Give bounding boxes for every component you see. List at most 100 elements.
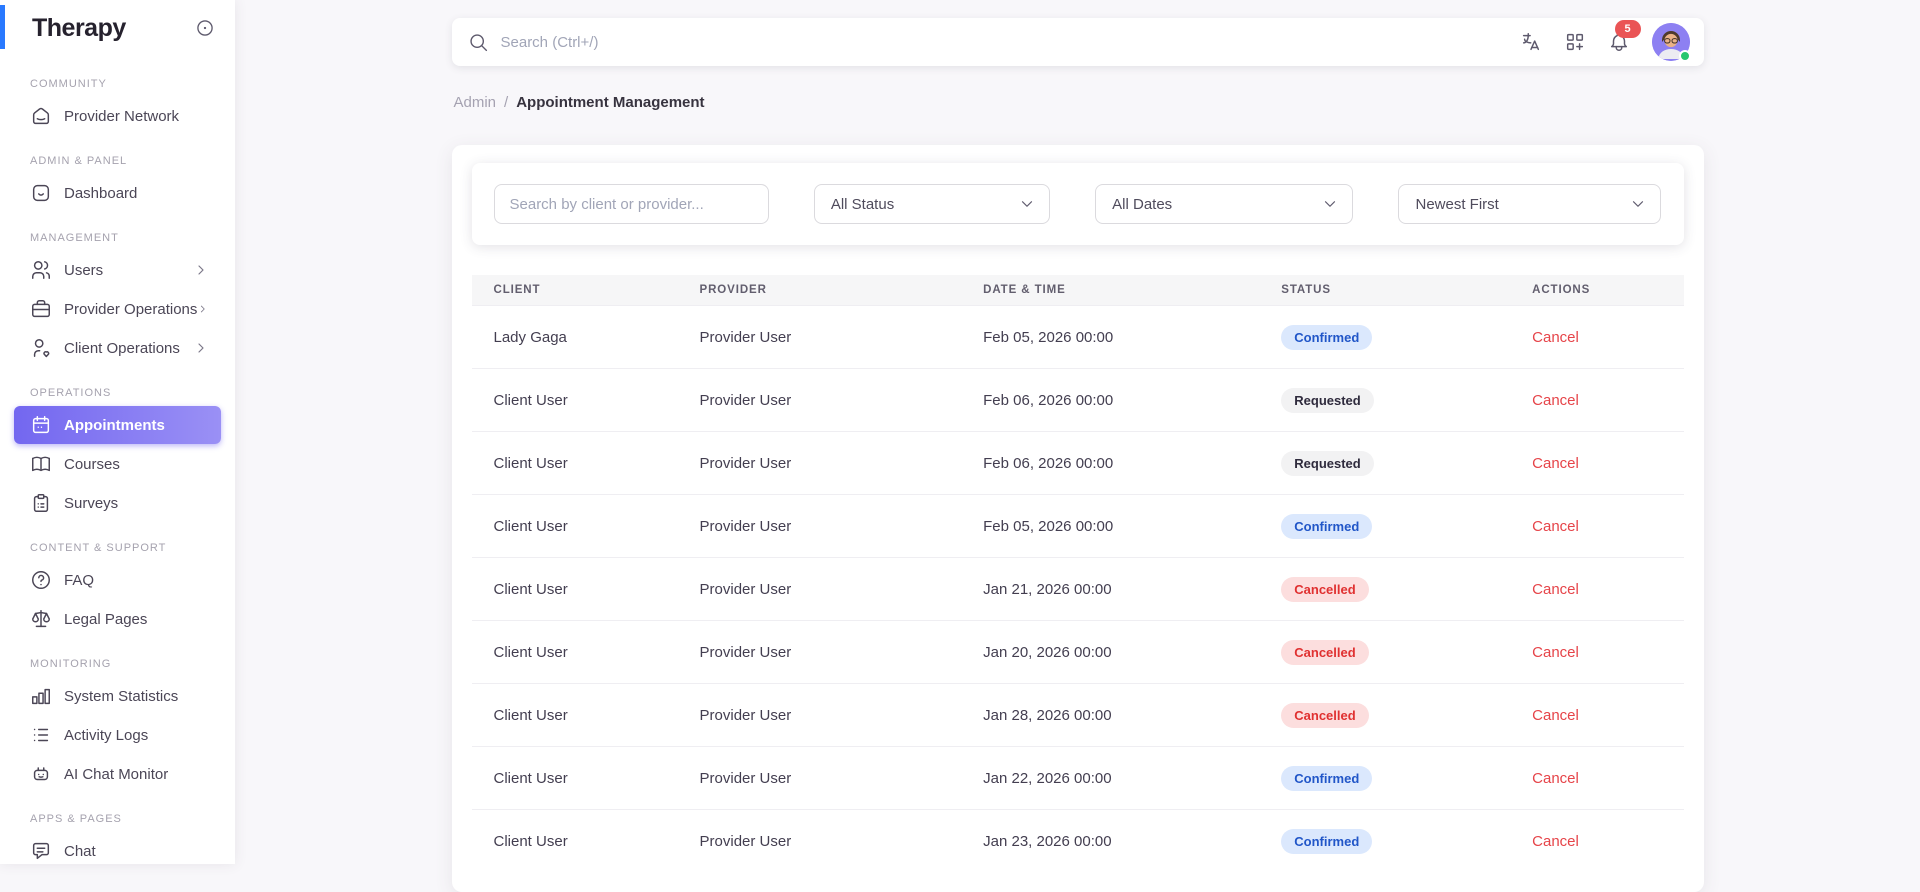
sidebar-section-header: OPERATIONS <box>30 387 112 399</box>
chevron-down-icon <box>1325 201 1336 207</box>
sort-dropdown[interactable]: Newest First <box>1398 184 1662 224</box>
cancel-button[interactable]: Cancel <box>1532 392 1579 409</box>
global-search <box>468 32 1512 53</box>
sidebar-pin-toggle-icon <box>197 20 213 36</box>
cancel-button[interactable]: Cancel <box>1532 329 1579 346</box>
provider-name: Provider User <box>699 832 792 850</box>
sidebar-item-ai-chat-monitor[interactable]: AI Chat Monitor <box>14 755 221 793</box>
table-row: Lady Gaga Provider User Feb 05, 2026 00:00… <box>472 306 1684 369</box>
provider-name: Provider User <box>699 391 792 409</box>
actions-cell: Cancel <box>1510 431 1684 495</box>
chevron-down-icon <box>1018 195 1036 213</box>
sidebar-item-label: Chat <box>64 842 96 860</box>
search-icon <box>469 33 487 51</box>
provider-cell: Provider User <box>677 620 962 684</box>
sort-value: Newest First <box>1415 195 1499 213</box>
chevron-down-icon <box>1321 195 1339 213</box>
cancel-button[interactable]: Cancel <box>1532 833 1579 850</box>
sidebar-item-provider-network[interactable]: Provider Network <box>14 97 221 135</box>
chevron-right-icon <box>201 305 206 313</box>
status-badge: Requested <box>1281 450 1374 476</box>
cancel-button[interactable]: Cancel <box>1532 707 1579 724</box>
sidebar-item-label: Dashboard <box>64 184 138 202</box>
cancel-button[interactable]: Cancel <box>1532 770 1579 787</box>
navbar-actions: 5 <box>1512 20 1691 62</box>
client-name: Client User <box>493 706 568 724</box>
sidebar-item-legal-pages[interactable]: Legal Pages <box>14 600 221 638</box>
global-search-input[interactable] <box>498 32 1003 52</box>
user-menu-button[interactable] <box>1651 23 1691 62</box>
apps-grid-icon <box>1566 33 1583 51</box>
cancel-button[interactable]: Cancel <box>1532 518 1579 535</box>
datetime-cell: Feb 06, 2026 00:00 <box>961 368 1260 432</box>
scale-icon <box>32 610 50 628</box>
cancel-button[interactable]: Cancel <box>1532 644 1579 661</box>
briefcase-icon <box>32 300 50 318</box>
appointments-table: CLIENT PROVIDER DATE & TIME STATUS ACTIONS L… <box>471 275 1684 872</box>
column-header-provider: PROVIDER <box>677 275 962 306</box>
shortcuts-button[interactable] <box>1556 23 1594 61</box>
chevron-down-icon <box>1629 195 1647 213</box>
app-logo[interactable]: Therapy <box>32 14 126 43</box>
client-name: Client User <box>493 832 568 850</box>
client-cell: Client User <box>471 431 678 495</box>
filter-search-input[interactable] <box>493 184 769 224</box>
actions-cell: Cancel <box>1510 368 1684 432</box>
chevron-right-icon <box>198 343 204 353</box>
sidebar-item-users[interactable]: Users <box>14 251 221 289</box>
sidebar-item-appointments[interactable]: Appointments <box>14 406 221 444</box>
sidebar-item-label: System Statistics <box>64 687 179 705</box>
client-cell: Client User <box>471 809 678 872</box>
client-cell: Client User <box>471 746 678 810</box>
sidebar-header: Therapy <box>0 0 235 56</box>
sidebar-item-provider-operations[interactable]: Provider Operations <box>14 290 221 328</box>
appointment-datetime: Jan 28, 2026 00:00 <box>983 706 1112 724</box>
datetime-cell: Jan 22, 2026 00:00 <box>961 746 1260 810</box>
list-icon <box>33 728 49 742</box>
status-filter-dropdown[interactable]: All Status <box>813 184 1050 224</box>
table-row: Client User Provider User Jan 22, 2026 00:… <box>471 746 1684 810</box>
status-cell: Confirmed <box>1259 809 1511 872</box>
sidebar-item-label: Activity Logs <box>64 726 149 744</box>
provider-name: Provider User <box>699 706 792 724</box>
sidebar: Therapy COMMUNITY Provider Network ADMIN &… <box>0 0 235 864</box>
page-title: Appointment Management <box>516 94 705 111</box>
language-icon <box>1520 31 1542 53</box>
sidebar-item-surveys[interactable]: Surveys <box>14 484 221 522</box>
sidebar-item-label: Appointments <box>64 416 165 434</box>
actions-cell: Cancel <box>1510 683 1684 747</box>
cancel-button[interactable]: Cancel <box>1532 581 1579 598</box>
sidebar-section-header: ADMIN & PANEL <box>30 155 128 167</box>
home-icon <box>32 107 50 125</box>
provider-cell: Provider User <box>677 557 962 621</box>
appointment-datetime: Feb 06, 2026 00:00 <box>983 391 1114 409</box>
appointments-card: All Status All Dates Newest First CLIEN <box>451 145 1704 892</box>
sidebar-item-client-operations[interactable]: Client Operations <box>14 329 221 367</box>
breadcrumb-admin[interactable]: Admin <box>454 94 497 111</box>
provider-cell: Provider User <box>677 368 962 432</box>
client-name: Client User <box>493 643 568 661</box>
notifications-button[interactable]: 5 <box>1600 20 1641 61</box>
sidebar-pin-toggle[interactable] <box>195 18 215 38</box>
column-header-status: STATUS <box>1259 275 1511 306</box>
table-row: Client User Provider User Feb 05, 2026 00:… <box>471 494 1684 558</box>
appointment-datetime: Jan 22, 2026 00:00 <box>983 769 1112 787</box>
provider-name: Provider User <box>699 517 792 535</box>
actions-cell: Cancel <box>1510 620 1684 684</box>
sidebar-item-activity-logs[interactable]: Activity Logs <box>14 716 221 754</box>
datetime-cell: Jan 20, 2026 00:00 <box>961 620 1260 684</box>
dates-filter-dropdown[interactable]: All Dates <box>1095 184 1354 224</box>
client-cell: Client User <box>471 494 678 558</box>
users-icon <box>32 261 50 279</box>
provider-name: Provider User <box>699 580 792 598</box>
status-cell: Requested <box>1259 431 1511 495</box>
clipboard-icon <box>33 494 49 512</box>
sidebar-item-system-statistics[interactable]: System Statistics <box>14 677 221 715</box>
sidebar-section-header: COMMUNITY <box>30 78 107 90</box>
language-button[interactable] <box>1512 23 1550 61</box>
sidebar-item-faq[interactable]: FAQ <box>14 561 221 599</box>
sidebar-item-dashboard[interactable]: Dashboard <box>14 174 221 212</box>
datetime-cell: Feb 06, 2026 00:00 <box>961 431 1260 495</box>
sidebar-item-courses[interactable]: Courses <box>14 445 221 483</box>
cancel-button[interactable]: Cancel <box>1532 455 1579 472</box>
